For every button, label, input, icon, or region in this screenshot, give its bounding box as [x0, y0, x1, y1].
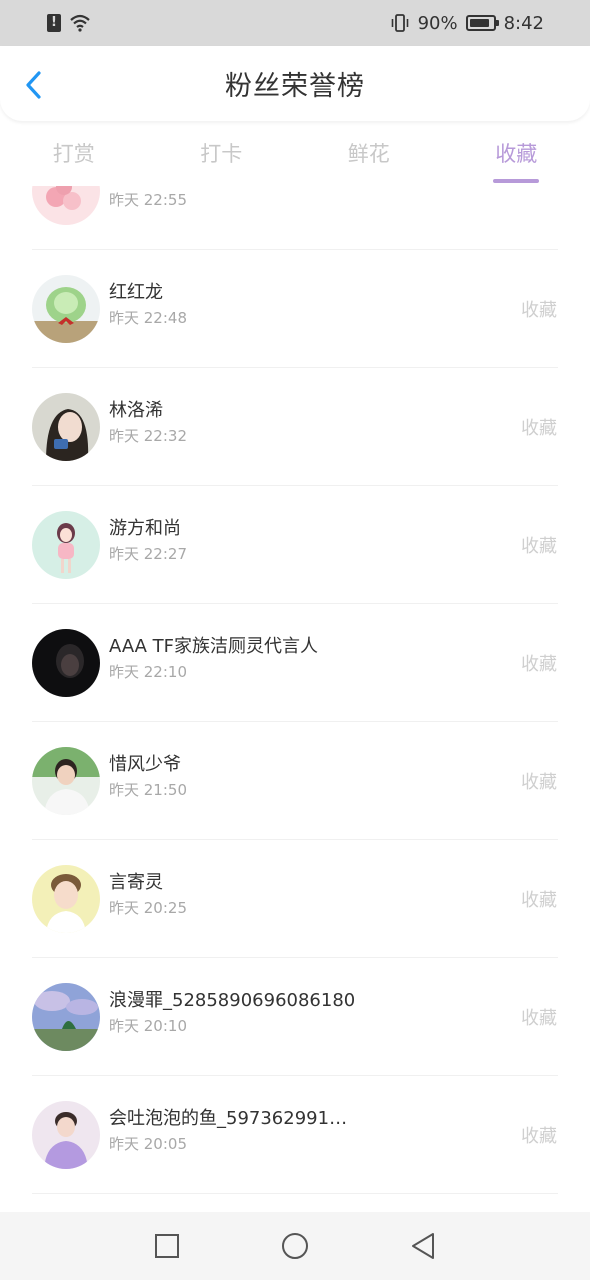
- timestamp: 昨天 22:48: [109, 309, 187, 327]
- user-name: 言寄灵: [109, 872, 163, 893]
- avatar[interactable]: [32, 393, 100, 461]
- list-item[interactable]: AAA TF家族洁厕灵代言人 昨天 22:10 收藏: [0, 604, 590, 722]
- action-label: 收藏: [521, 536, 557, 557]
- battery-percent: 90%: [417, 12, 458, 34]
- list-item[interactable]: 红红龙昨天 22:48 收藏: [0, 250, 590, 368]
- timestamp: 昨天 21:50: [109, 781, 187, 799]
- active-tab-underline: [493, 179, 540, 183]
- home-button[interactable]: [281, 1232, 309, 1260]
- chevron-left-icon: [26, 71, 41, 99]
- header: 粉丝荣誉榜: [0, 46, 590, 121]
- tab-label: 收藏: [495, 142, 538, 166]
- recent-apps-button[interactable]: [153, 1232, 181, 1260]
- user-name: AAA TF家族洁厕灵代言人: [109, 636, 319, 657]
- tab-0[interactable]: 打赏: [0, 130, 148, 186]
- status-left: !: [47, 14, 91, 32]
- list-item[interactable]: 会吐泡泡的鱼_597362991… 昨天 20:05 收藏: [0, 1076, 590, 1194]
- user-name: 林洛浠: [109, 400, 163, 421]
- timestamp: 昨天 22:32: [109, 427, 187, 445]
- user-name: 惜风少爷: [109, 754, 181, 775]
- tab-label: 鲜花: [347, 142, 390, 166]
- triangle-back-icon: [412, 1233, 434, 1259]
- avatar[interactable]: [32, 629, 100, 697]
- action-label: 收藏: [521, 654, 557, 675]
- action-label: 收藏: [521, 1008, 557, 1029]
- avatar[interactable]: [32, 865, 100, 933]
- action-label: 收藏: [521, 890, 557, 911]
- vibrate-icon: [391, 14, 408, 32]
- user-name: 游方和尚: [109, 518, 181, 539]
- timestamp: 昨天 20:10: [109, 1017, 187, 1035]
- system-nav-bar: [0, 1212, 590, 1280]
- circle-icon: [282, 1233, 308, 1259]
- battery-icon: [465, 15, 499, 31]
- list-item[interactable]: 林洛浠昨天 22:32 收藏: [0, 368, 590, 486]
- user-name: 会吐泡泡的鱼_597362991…: [109, 1108, 348, 1129]
- timestamp: 昨天 22:27: [109, 545, 187, 563]
- action-label: 收藏: [521, 772, 557, 793]
- avatar[interactable]: [32, 511, 100, 579]
- back-button[interactable]: [20, 68, 46, 102]
- wifi-icon: [70, 14, 90, 32]
- timestamp: 昨天 22:10: [109, 663, 187, 681]
- tab-2[interactable]: 鲜花: [295, 130, 443, 186]
- fan-list: 昨天 22:55 红红龙 昨天 22:48 收藏 林洛浠 昨天 22:32 收藏 游方和尚 昨天…: [0, 186, 590, 1212]
- tab-bar: 打赏 打卡 鲜花 收藏: [0, 130, 590, 186]
- battery-level: [469, 19, 490, 27]
- list-item[interactable]: 惜风少爷昨天 21:50 收藏: [0, 722, 590, 840]
- tab-1[interactable]: 打卡: [148, 130, 296, 186]
- tab-label: 打赏: [52, 142, 95, 166]
- square-icon: [155, 1234, 179, 1258]
- avatar[interactable]: [32, 983, 100, 1051]
- user-name: 浪漫罪_5285890696086180: [109, 990, 356, 1011]
- system-back-button[interactable]: [409, 1232, 437, 1260]
- avatar[interactable]: [32, 747, 100, 815]
- status-right: 90% 8:42: [390, 13, 544, 34]
- timestamp: 昨天 20:05: [109, 1135, 187, 1153]
- clock: 8:42: [503, 12, 544, 34]
- tab-label: 打卡: [200, 142, 243, 166]
- fan-list-inner: 昨天 22:55 红红龙 昨天 22:48 收藏 林洛浠 昨天 22:32 收藏 游方和尚 昨天…: [0, 186, 590, 1194]
- timestamp: 昨天 20:25: [109, 899, 187, 917]
- action-label: 收藏: [521, 418, 557, 439]
- page-title: 粉丝荣誉榜: [225, 71, 365, 102]
- action-label: 收藏: [521, 300, 557, 321]
- list-item[interactable]: 言寄灵昨天 20:25 收藏: [0, 840, 590, 958]
- user-name: 红红龙: [109, 282, 163, 303]
- avatar[interactable]: [32, 1101, 100, 1169]
- list-item[interactable]: 浪漫罪_5285890696086180 昨天 20:10 收藏: [0, 958, 590, 1076]
- avatar[interactable]: [32, 275, 100, 343]
- timestamp: 昨天 22:55: [109, 191, 187, 209]
- tab-3[interactable]: 收藏: [443, 130, 590, 186]
- avatar[interactable]: [32, 186, 100, 225]
- alert-icon: !: [47, 14, 61, 32]
- action-label: 收藏: [521, 1126, 557, 1147]
- status-bar: ! 90% 8:42: [0, 0, 590, 46]
- list-item[interactable]: 游方和尚昨天 22:27 收藏: [0, 486, 590, 604]
- list-item[interactable]: 昨天 22:55: [0, 186, 590, 250]
